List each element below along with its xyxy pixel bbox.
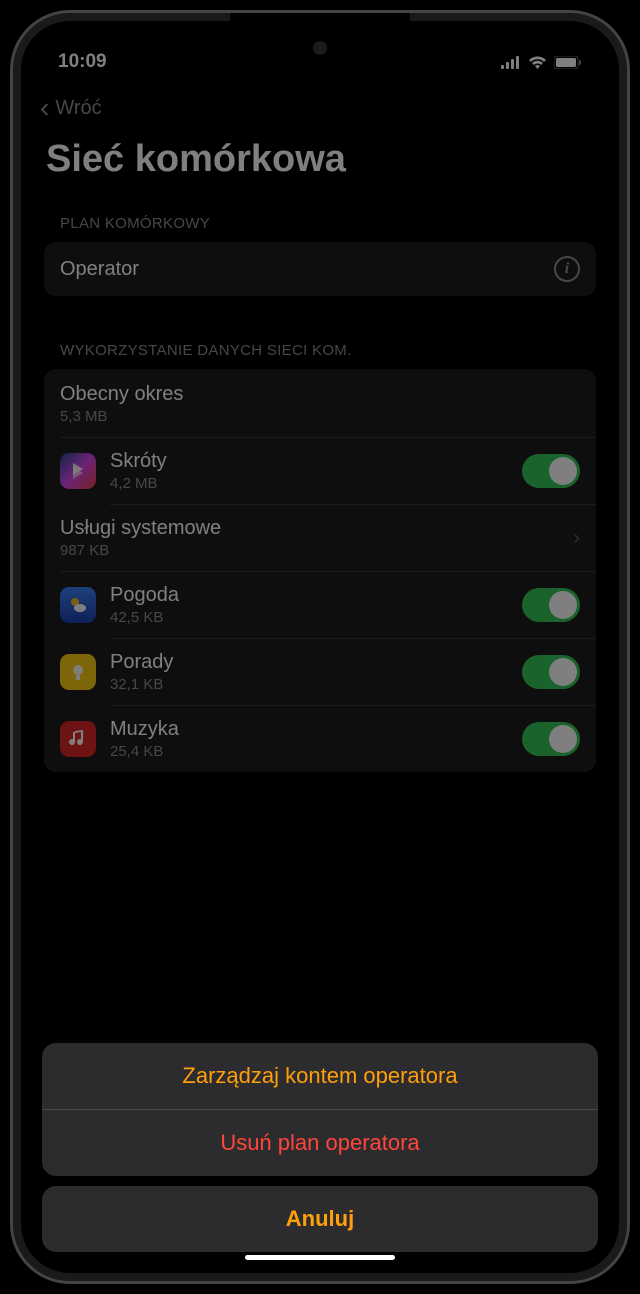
app-text: Muzyka 25,4 KB bbox=[110, 718, 508, 760]
usage-section-header: WYKORZYSTANIE DANYCH SIECI KOM. bbox=[26, 332, 614, 369]
camera-dot bbox=[313, 41, 327, 55]
operator-cell[interactable]: Operator i bbox=[44, 242, 596, 296]
app-name: Pogoda bbox=[110, 584, 508, 607]
system-services-cell[interactable]: Usługi systemowe 987 KB › bbox=[44, 505, 596, 571]
current-period-cell: Obecny okres 5,3 MB bbox=[44, 369, 596, 437]
sheet-group: Zarządzaj kontem operatora Usuń plan ope… bbox=[42, 1043, 598, 1176]
app-usage: 25,4 KB bbox=[110, 743, 508, 760]
wifi-icon bbox=[528, 55, 547, 69]
app-name: Skróty bbox=[110, 450, 508, 473]
toggle-tips[interactable] bbox=[522, 655, 580, 689]
app-name: Muzyka bbox=[110, 718, 508, 741]
cellular-signal-icon bbox=[501, 56, 521, 69]
screen: 10:09 ‹ Wróć Sieć komórkowa PLAN KOMÓRKO… bbox=[26, 26, 614, 1268]
app-row-weather: Pogoda 42,5 KB bbox=[44, 572, 596, 638]
app-row-tips: Porady 32,1 KB bbox=[44, 639, 596, 705]
action-sheet: Zarządzaj kontem operatora Usuń plan ope… bbox=[42, 1043, 598, 1252]
chevron-right-icon: › bbox=[573, 527, 580, 550]
chevron-back-icon[interactable]: ‹ bbox=[40, 94, 49, 122]
music-icon bbox=[60, 721, 96, 757]
system-services-label: Usługi systemowe bbox=[60, 517, 559, 540]
weather-icon bbox=[60, 587, 96, 623]
phone-frame: 10:09 ‹ Wróć Sieć komórkowa PLAN KOMÓRKO… bbox=[10, 10, 630, 1284]
app-usage: 32,1 KB bbox=[110, 676, 508, 693]
nav-bar: ‹ Wróć bbox=[26, 80, 614, 130]
system-services-value: 987 KB bbox=[60, 542, 559, 559]
current-period-label: Obecny okres bbox=[60, 383, 580, 406]
info-icon[interactable]: i bbox=[554, 256, 580, 282]
app-name: Porady bbox=[110, 651, 508, 674]
tips-icon bbox=[60, 654, 96, 690]
app-text: Porady 32,1 KB bbox=[110, 651, 508, 693]
cancel-button[interactable]: Anuluj bbox=[42, 1186, 598, 1252]
remove-plan-button[interactable]: Usuń plan operatora bbox=[42, 1110, 598, 1176]
battery-icon bbox=[554, 56, 582, 69]
operator-label: Operator bbox=[60, 258, 540, 281]
app-text: Pogoda 42,5 KB bbox=[110, 584, 508, 626]
toggle-weather[interactable] bbox=[522, 588, 580, 622]
current-period-value: 5,3 MB bbox=[60, 408, 580, 425]
plan-section-header: PLAN KOMÓRKOWY bbox=[26, 205, 614, 242]
app-text: Usługi systemowe 987 KB bbox=[60, 517, 559, 559]
app-row-music: Muzyka 25,4 KB bbox=[44, 706, 596, 772]
app-usage: 4,2 MB bbox=[110, 475, 508, 492]
app-usage: 42,5 KB bbox=[110, 609, 508, 626]
app-text: Skróty 4,2 MB bbox=[110, 450, 508, 492]
status-time: 10:09 bbox=[58, 51, 107, 73]
shortcuts-icon bbox=[60, 453, 96, 489]
home-indicator[interactable] bbox=[245, 1255, 395, 1260]
page-title: Sieć komórkowa bbox=[26, 130, 614, 205]
toggle-music[interactable] bbox=[522, 722, 580, 756]
plan-cell-group: Operator i bbox=[44, 242, 596, 296]
manage-account-button[interactable]: Zarządzaj kontem operatora bbox=[42, 1043, 598, 1109]
app-row-shortcuts: Skróty 4,2 MB bbox=[44, 438, 596, 504]
toggle-shortcuts[interactable] bbox=[522, 454, 580, 488]
usage-cell-group: Obecny okres 5,3 MB Skróty 4,2 MB bbox=[44, 369, 596, 772]
back-button-label[interactable]: Wróć bbox=[55, 97, 101, 120]
status-icons bbox=[501, 55, 582, 69]
